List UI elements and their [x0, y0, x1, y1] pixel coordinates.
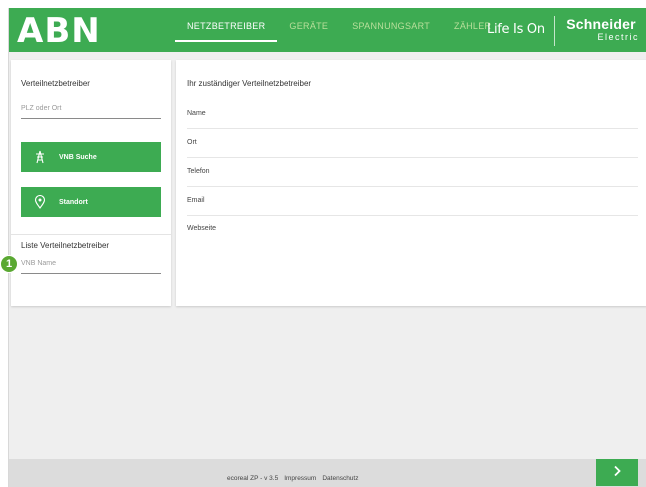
version-label: ecoreal ZP - v 3.5 [227, 475, 279, 482]
footer-links: ecoreal ZP - v 3.5 Impressum Datenschutz [227, 475, 358, 482]
detail-row-ort: Ort [187, 130, 638, 158]
step-callout-badge: 1 [0, 255, 18, 273]
nav-tab-spannungsart[interactable]: SPANNUNGSART [340, 8, 442, 52]
postal-code-input[interactable]: PLZ oder Ort [21, 103, 161, 119]
nav-tab-netzbetreiber[interactable]: NETZBETREIBER [175, 8, 278, 52]
power-pylon-icon [33, 150, 47, 164]
location-button[interactable]: Standort [21, 187, 161, 217]
brand-name: Schneider [566, 16, 636, 32]
brand-sub: Electric [597, 32, 639, 42]
detail-row-name: Name [187, 101, 638, 129]
header-divider [554, 16, 555, 46]
header-bar: ABN NETZBETREIBER GERÄTE SPANNUNGSART ZÄ… [9, 8, 646, 52]
location-pin-icon [33, 195, 47, 209]
details-title: Ihr zuständiger Verteilnetzbetreiber [187, 79, 312, 88]
vnb-search-label: VNB Suche [59, 153, 97, 161]
vnb-details-panel: Ihr zuständiger Verteilnetzbetreiber Nam… [176, 60, 646, 306]
panel-title: Verteilnetzbetreiber [21, 79, 90, 88]
app-window: ABN NETZBETREIBER GERÄTE SPANNUNGSART ZÄ… [8, 8, 646, 487]
next-button[interactable] [596, 459, 638, 486]
detail-row-email: Email [187, 188, 638, 216]
main-nav: NETZBETREIBER GERÄTE SPANNUNGSART ZÄHLER [175, 8, 503, 52]
schneider-electric-logo: Schneider Electric [559, 16, 643, 43]
datenschutz-link[interactable]: Datenschutz [322, 475, 358, 482]
location-label: Standort [59, 198, 88, 206]
chevron-right-icon [612, 464, 622, 482]
vnb-search-panel: Verteilnetzbetreiber PLZ oder Ort VNB Su… [11, 60, 171, 306]
detail-row-webseite: Webseite [187, 225, 217, 232]
impressum-link[interactable]: Impressum [284, 475, 316, 482]
footer-bar: ecoreal ZP - v 3.5 Impressum Datenschutz [9, 459, 646, 487]
detail-row-telefon: Telefon [187, 159, 638, 187]
vnb-name-input[interactable]: VNB Name [21, 258, 161, 274]
vnb-list-title: Liste Verteilnetzbetreiber [21, 241, 110, 250]
nav-tab-geraete[interactable]: GERÄTE [277, 8, 340, 52]
life-is-on-tagline: Life Is On [487, 22, 545, 37]
abn-logo: ABN [17, 11, 101, 51]
panel-divider [11, 234, 171, 235]
vnb-search-button[interactable]: VNB Suche [21, 142, 161, 172]
